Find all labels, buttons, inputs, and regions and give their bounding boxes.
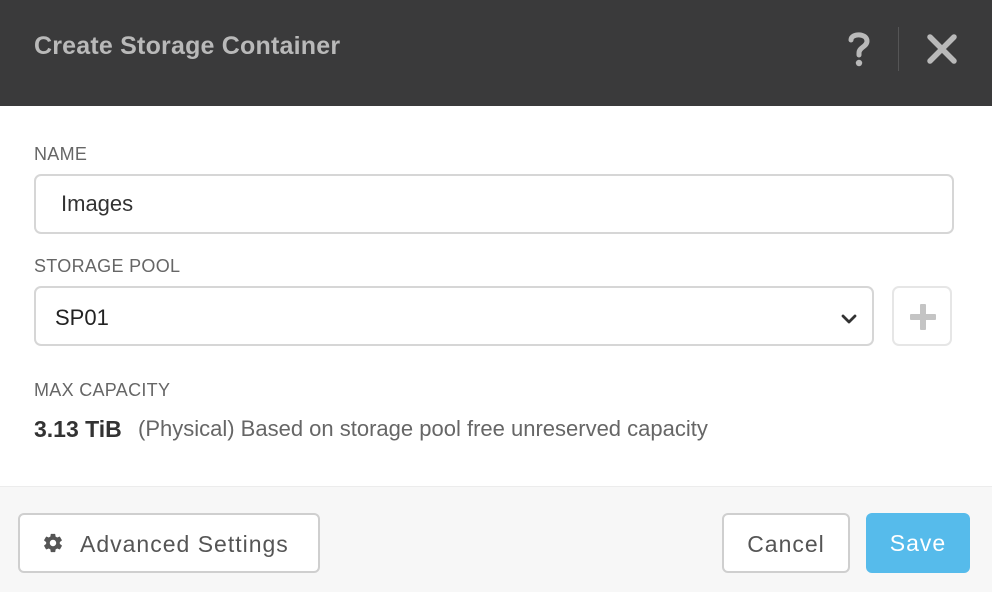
advanced-settings-button[interactable]: Advanced Settings [18, 513, 320, 573]
name-input[interactable] [34, 174, 954, 234]
header-divider [898, 27, 899, 71]
name-label: NAME [34, 144, 88, 164]
cancel-button[interactable]: Cancel [722, 513, 850, 573]
plus-icon [910, 304, 936, 330]
close-icon[interactable] [924, 31, 960, 67]
max-capacity-label: MAX CAPACITY [34, 380, 171, 400]
max-capacity-description: (Physical) Based on storage pool free un… [138, 416, 708, 441]
storage-pool-select[interactable]: SP01 [34, 286, 874, 346]
create-storage-container-dialog: Create Storage Container NAME STORAGE PO… [0, 0, 992, 592]
chevron-down-icon [841, 314, 857, 324]
max-capacity-value: 3.13 TiB [34, 416, 122, 442]
dialog-title: Create Storage Container [34, 32, 341, 60]
storage-pool-label: STORAGE POOL [34, 256, 181, 276]
storage-pool-selected-value: SP01 [55, 305, 109, 330]
help-icon[interactable] [843, 28, 875, 68]
add-storage-pool-button[interactable] [892, 286, 952, 346]
gear-icon [44, 533, 62, 553]
dialog-footer: Advanced Settings Cancel Save [0, 486, 992, 592]
save-button[interactable]: Save [866, 513, 970, 573]
save-label: Save [889, 530, 947, 556]
cancel-label: Cancel [747, 531, 825, 557]
advanced-settings-label: Advanced Settings [80, 531, 289, 557]
dialog-header: Create Storage Container [0, 0, 992, 106]
